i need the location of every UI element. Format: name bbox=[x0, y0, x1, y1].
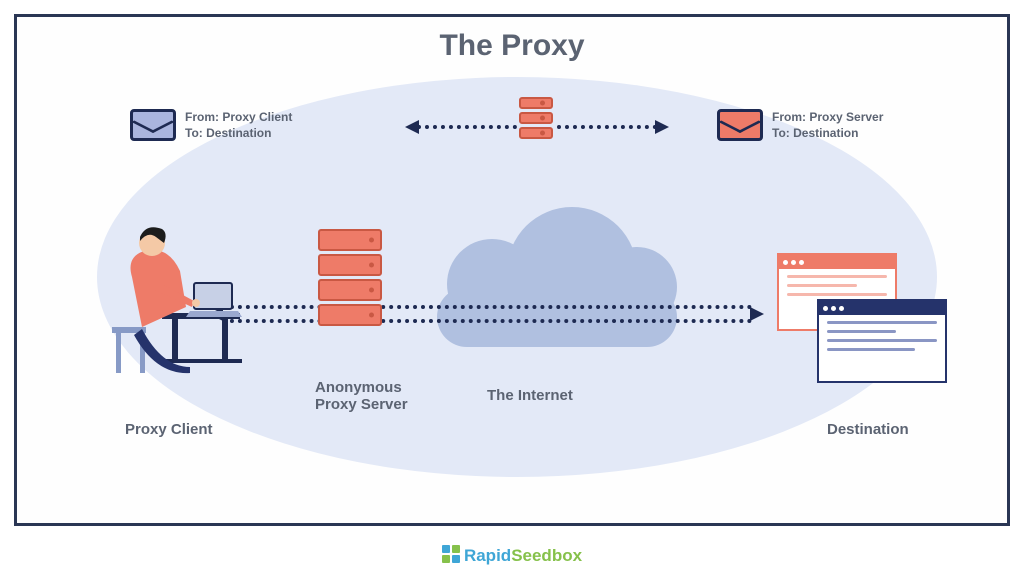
envelope-right-to: To: Destination bbox=[772, 125, 883, 141]
brand-text-rapid: Rapid bbox=[464, 546, 511, 565]
brand-logo-icon bbox=[442, 545, 460, 563]
browser-window-front-icon bbox=[817, 299, 947, 383]
top-arrow-right-seg bbox=[557, 125, 657, 129]
cloud-icon bbox=[427, 197, 687, 357]
label-destination: Destination bbox=[827, 421, 909, 438]
envelope-right-from: From: Proxy Server bbox=[772, 109, 883, 125]
envelope-left-to: To: Destination bbox=[185, 125, 292, 141]
envelope-left-text: From: Proxy Client To: Destination bbox=[185, 109, 292, 141]
envelope-right-text: From: Proxy Server To: Destination bbox=[772, 109, 883, 141]
brand-footer: RapidSeedbox bbox=[0, 545, 1024, 566]
server-icon-main bbox=[318, 229, 382, 329]
top-arrow-right-head bbox=[655, 120, 669, 134]
person-laptop-icon bbox=[102, 217, 252, 387]
label-proxy-client: Proxy Client bbox=[125, 421, 213, 438]
brand-text-seedbox: Seedbox bbox=[511, 546, 582, 565]
envelope-icon-left bbox=[130, 109, 176, 141]
main-arrow-right-head bbox=[750, 307, 764, 321]
main-arrow-bottom bbox=[222, 319, 752, 323]
diagram-frame: The Proxy From: Proxy Client To: Destina… bbox=[14, 14, 1010, 526]
label-proxy-server: Anonymous Proxy Server bbox=[315, 379, 408, 413]
diagram-title: The Proxy bbox=[17, 29, 1007, 63]
top-arrow-left-seg bbox=[417, 125, 517, 129]
server-icon-small bbox=[519, 97, 553, 142]
main-arrow-top bbox=[222, 305, 752, 309]
top-arrow-left-head bbox=[405, 120, 419, 134]
label-internet: The Internet bbox=[487, 387, 573, 404]
envelope-left-from: From: Proxy Client bbox=[185, 109, 292, 125]
envelope-icon-right bbox=[717, 109, 763, 141]
